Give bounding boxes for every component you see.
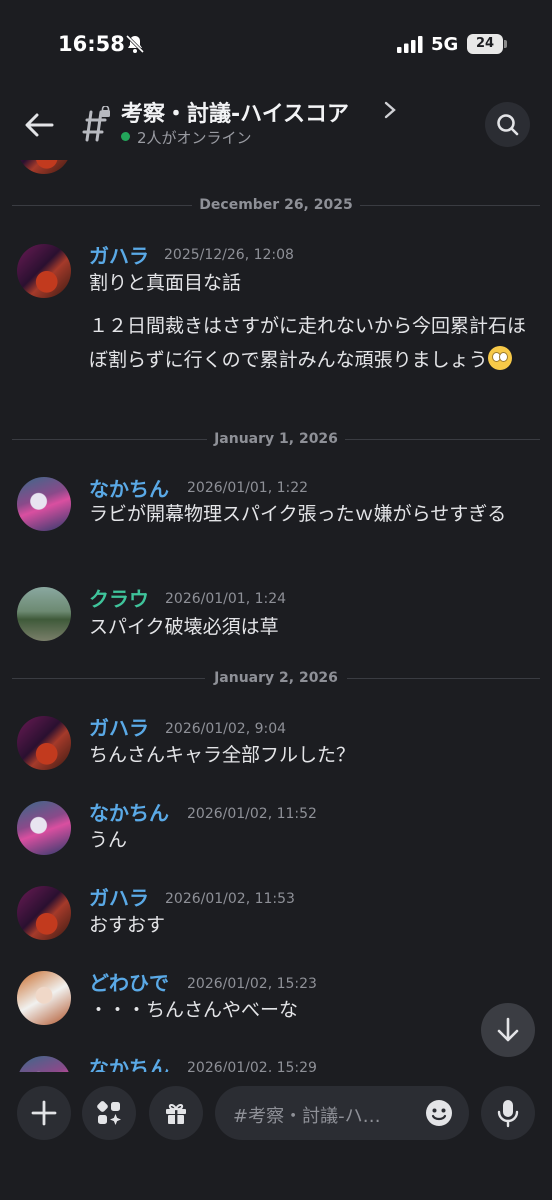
date-divider: December 26, 2025	[12, 195, 540, 215]
arrow-down-icon	[497, 1017, 519, 1042]
message-input-placeholder: #考察・討議-ハ…	[233, 1106, 381, 1127]
message-text: ラビが開幕物理スパイク張ったｗ嫌がらせすぎる	[89, 503, 507, 525]
message-text: 割りと真面目な話 １２日間裁きはさすがに走れないから今回累計石ほぼ割らずに行くの…	[89, 266, 535, 377]
message-composer: #考察・討議-ハ…	[0, 1072, 552, 1200]
avatar[interactable]	[17, 801, 71, 855]
scroll-to-bottom-button[interactable]	[481, 1003, 535, 1057]
voice-message-button[interactable]	[481, 1086, 535, 1140]
message-line: １２日間裁きはさすがに走れないから今回累計石ほぼ割らずに行くので累計みんな頑張り…	[89, 315, 527, 371]
message-text: うん	[89, 829, 128, 851]
username[interactable]: なかちん	[89, 797, 169, 826]
gift-button[interactable]	[149, 1086, 203, 1140]
channel-title[interactable]: 考察・討議-ハイスコア	[121, 96, 349, 128]
search-button[interactable]	[485, 102, 530, 147]
message-text: おすおす	[89, 914, 166, 936]
message-timestamp: 2026/01/01, 1:24	[165, 591, 287, 607]
message-timestamp: 2026/01/02, 15:23	[187, 976, 317, 992]
cellular-signal-icon	[397, 36, 423, 53]
date-divider: January 2, 2026	[12, 668, 540, 688]
message-line: 割りと真面目な話	[89, 272, 242, 294]
message-timestamp: 2026/01/02, 11:52	[187, 806, 317, 822]
message-timestamp: 2026/01/02, 15:29	[187, 1060, 317, 1072]
battery-icon: 24	[467, 34, 507, 54]
message-text: ・・・ちんさんやべーな	[89, 999, 299, 1021]
eye-roll-emoji-icon	[487, 346, 512, 370]
avatar[interactable]	[17, 1056, 71, 1072]
gift-icon	[166, 1103, 186, 1124]
apps-sparkle-icon	[97, 1101, 121, 1125]
apps-button[interactable]	[82, 1086, 136, 1140]
search-icon	[497, 114, 519, 136]
avatar[interactable]	[17, 244, 71, 298]
emoji-icon[interactable]	[425, 1099, 453, 1127]
username[interactable]: どわひで	[89, 967, 169, 996]
microphone-icon	[497, 1100, 519, 1128]
avatar[interactable]	[17, 587, 71, 641]
message-timestamp: 2026/01/02, 9:04	[165, 721, 287, 737]
channel-header: 考察・討議-ハイスコア 2人がオンライン	[0, 90, 552, 160]
avatar[interactable]	[17, 160, 71, 174]
status-bar: 16:58 5G 24	[0, 0, 552, 90]
plus-icon	[31, 1100, 57, 1126]
message-timestamp: 2026/01/01, 1:22	[187, 480, 309, 496]
battery-level: 24	[475, 36, 495, 51]
online-indicator	[121, 132, 130, 141]
back-arrow-icon[interactable]	[22, 108, 56, 142]
message-text: スパイク破壊必須は草	[89, 616, 279, 638]
date-divider: January 1, 2026	[12, 429, 540, 449]
avatar[interactable]	[17, 971, 71, 1025]
network-type: 5G	[431, 34, 459, 55]
username[interactable]: ガハラ	[89, 240, 149, 269]
status-time: 16:58	[58, 32, 125, 56]
message-text: ちんさんキャラ全部フルした？	[89, 744, 356, 766]
message-timestamp: 2026/01/02, 11:53	[165, 891, 295, 907]
avatar[interactable]	[17, 886, 71, 940]
username[interactable]: ガハラ	[89, 882, 149, 911]
username[interactable]: ガハラ	[89, 712, 149, 741]
online-status: 2人がオンライン	[137, 129, 252, 147]
message-timestamp: 2025/12/26, 12:08	[164, 247, 294, 263]
message-input[interactable]: #考察・討議-ハ…	[215, 1086, 469, 1140]
avatar[interactable]	[17, 477, 71, 531]
avatar[interactable]	[17, 716, 71, 770]
add-attachment-button[interactable]	[17, 1086, 71, 1140]
chevron-right-icon[interactable]	[383, 100, 397, 120]
username[interactable]: なかちん	[89, 1052, 169, 1072]
bell-muted-icon	[125, 34, 145, 54]
username[interactable]: クラウ	[89, 583, 149, 612]
message-feed[interactable]: December 26, 2025 ガハラ 2025/12/26, 12:08 …	[0, 160, 552, 1072]
locked-channel-hash-icon	[82, 106, 110, 142]
